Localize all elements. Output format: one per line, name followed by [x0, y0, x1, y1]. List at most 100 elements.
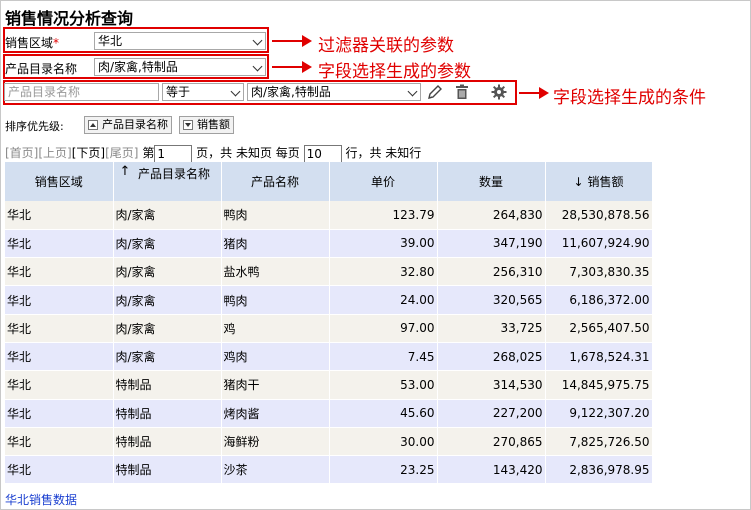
cell-quantity: 347,190 — [437, 229, 546, 259]
category-select[interactable]: 肉/家禽,特制品 — [94, 58, 266, 76]
sort-asc-icon — [88, 120, 98, 130]
cell-category: 肉/家禽 — [113, 285, 222, 315]
cell-price: 123.79 — [329, 201, 438, 230]
cell-price: 7.45 — [329, 342, 438, 372]
page-number-input[interactable]: 1 — [154, 144, 193, 163]
sort-desc-icon — [183, 120, 193, 130]
cell-quantity: 270,865 — [437, 427, 546, 457]
cell-region: 华北 — [5, 370, 114, 400]
annotation-arrow-2 — [272, 66, 304, 68]
pager-size-suffix: 行，共 未知行 — [345, 146, 422, 160]
cell-quantity: 268,025 — [437, 342, 546, 372]
cell-quantity: 314,530 — [437, 370, 546, 400]
cell-product: 鸭肉 — [221, 201, 330, 230]
sort-chip-category[interactable]: 产品目录名称 — [84, 116, 172, 134]
pager-prev[interactable]: [上页] — [38, 146, 71, 160]
cell-region: 华北 — [5, 399, 114, 428]
cell-price: 53.00 — [329, 370, 438, 400]
cell-price: 23.25 — [329, 455, 438, 485]
cell-sales: 28,530,878.56 — [545, 201, 653, 230]
table-body: 华北 肉/家禽 鸭肉 123.79 264,830 28,530,878.56 华北 肉/家… — [5, 201, 653, 485]
cell-product: 鸡肉 — [221, 342, 330, 372]
cell-region: 华北 — [5, 314, 114, 343]
cell-product: 沙茶 — [221, 455, 330, 485]
cell-sales: 6,186,372.00 — [545, 285, 653, 315]
pencil-icon[interactable] — [426, 83, 444, 101]
cell-sales: 7,825,726.50 — [545, 427, 653, 457]
cell-category: 肉/家禽 — [113, 314, 222, 343]
region-select[interactable]: 华北 — [94, 32, 266, 50]
region-label: 销售区域* — [5, 34, 59, 51]
condition-operator-select[interactable]: 等于 — [162, 83, 244, 101]
cell-region: 华北 — [5, 201, 114, 230]
cell-category: 肉/家禽 — [113, 201, 222, 230]
cell-price: 39.00 — [329, 229, 438, 259]
cell-category: 特制品 — [113, 399, 222, 428]
sort-chip-category-label: 产品目录名称 — [102, 118, 168, 131]
cell-sales: 11,607,924.90 — [545, 229, 653, 259]
annotation-arrow-head-3 — [539, 87, 549, 99]
table-header-row: 销售区域 ↑ 产品目录名称 产品名称 单价 数量 ↓ 销售额 — [5, 162, 653, 201]
sales-table: 销售区域 ↑ 产品目录名称 产品名称 单价 数量 ↓ 销售额 华北 肉/家禽 鸭肉 1… — [5, 162, 653, 485]
pager-last[interactable]: [尾页] — [105, 146, 138, 160]
chevron-down-icon — [407, 86, 418, 97]
cell-region: 华北 — [5, 455, 114, 485]
condition-value-select[interactable]: 肉/家禽,特制品 — [247, 83, 421, 101]
cell-category: 肉/家禽 — [113, 229, 222, 259]
sort-down-arrow: ↓ — [573, 175, 584, 189]
cell-product: 鸡 — [221, 314, 330, 343]
cell-quantity: 320,565 — [437, 285, 546, 315]
col-header-category[interactable]: ↑ 产品目录名称 — [113, 162, 222, 201]
cell-product: 烤肉酱 — [221, 399, 330, 428]
table-row: 华北 肉/家禽鸡 97.00 33,725 2,565,407.50 — [5, 314, 653, 343]
trash-icon[interactable] — [453, 83, 471, 101]
page-size-input[interactable]: 10 — [303, 144, 342, 163]
cell-quantity: 264,830 — [437, 201, 546, 230]
cell-sales: 7,303,830.35 — [545, 257, 653, 287]
sort-chip-sales[interactable]: 销售额 — [179, 116, 234, 134]
cell-sales: 9,122,307.20 — [545, 399, 653, 428]
annotation-arrow-head-2 — [302, 61, 312, 73]
pager: [首页][上页][下页][尾页] 第1 页，共 未知页 每页 10 行，共 未知… — [5, 144, 421, 163]
cell-region: 华北 — [5, 342, 114, 372]
annotation-filter-param: 过滤器关联的参数 — [318, 36, 454, 56]
cell-price: 97.00 — [329, 314, 438, 343]
cell-product: 海鲜粉 — [221, 427, 330, 457]
table-row: 华北 特制品 烤肉酱 45.60 227,200 9,122,307.20 — [5, 399, 653, 428]
cell-sales: 14,845,975.75 — [545, 370, 653, 400]
col-header-region[interactable]: 销售区域 — [5, 162, 114, 201]
cell-region: 华北 — [5, 427, 114, 457]
sort-priority-label: 排序优先级: — [5, 120, 64, 133]
cell-sales: 2,565,407.50 — [545, 314, 653, 343]
col-header-quantity[interactable]: 数量 — [437, 162, 546, 201]
footer-link[interactable]: 华北销售数据 — [5, 491, 77, 508]
pager-next[interactable]: [下页] — [72, 146, 105, 160]
cell-sales: 1,678,524.31 — [545, 342, 653, 372]
table-row: 华北 肉/家禽 鸭肉 123.79 264,830 28,530,878.56 — [5, 201, 653, 230]
cell-category: 肉/家禽 — [113, 257, 222, 287]
annotation-arrow-head-1 — [302, 35, 312, 47]
pager-first[interactable]: [首页] — [5, 146, 38, 160]
cell-sales: 2,836,978.95 — [545, 455, 653, 485]
col-header-price[interactable]: 单价 — [329, 162, 438, 201]
gear-icon[interactable] — [490, 83, 508, 101]
cell-price: 32.80 — [329, 257, 438, 287]
cell-product: 鸭肉 — [221, 285, 330, 315]
cell-category: 特制品 — [113, 455, 222, 485]
chevron-down-icon — [230, 86, 241, 97]
required-mark: * — [53, 36, 60, 50]
category-select-value: 肉/家禽,特制品 — [98, 60, 178, 74]
cell-region: 华北 — [5, 257, 114, 287]
table-row: 华北 特制品 沙茶 23.25 143,420 2,836,978.95 — [5, 455, 653, 485]
col-header-product[interactable]: 产品名称 — [221, 162, 330, 201]
cell-quantity: 33,725 — [437, 314, 546, 343]
table-row: 华北 肉/家禽 盐水鸭 32.80 256,310 7,303,830.35 — [5, 257, 653, 287]
col-header-sales[interactable]: ↓ 销售额 — [545, 162, 653, 201]
region-select-value: 华北 — [98, 34, 123, 48]
pager-page-prefix: 第 — [142, 146, 155, 160]
page-title: 销售情况分析查询 — [5, 9, 134, 28]
condition-operator-value: 等于 — [166, 85, 191, 99]
cell-quantity: 256,310 — [437, 257, 546, 287]
annotation-arrow-1 — [272, 40, 304, 42]
condition-field-input[interactable]: 产品目录名称 — [4, 83, 159, 101]
